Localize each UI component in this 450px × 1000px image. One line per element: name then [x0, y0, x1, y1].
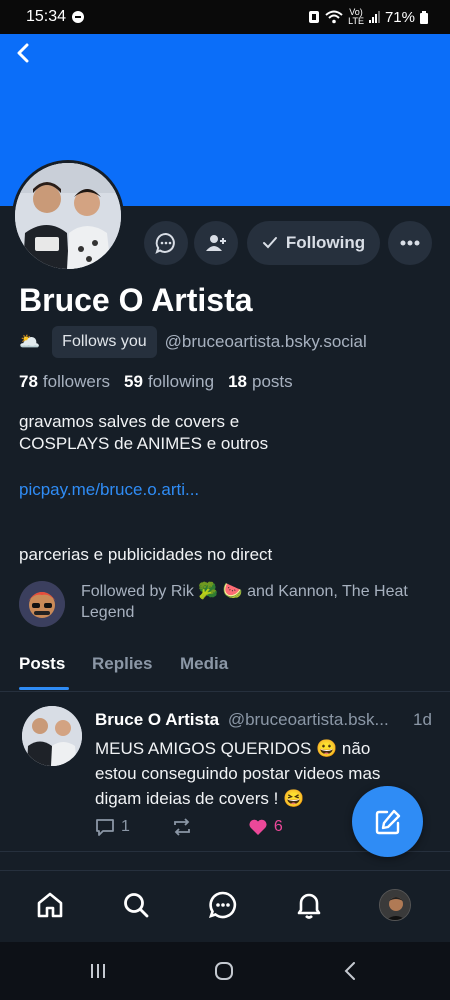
following-stat[interactable]: 59 following — [124, 372, 214, 392]
more-options-button[interactable] — [388, 221, 432, 265]
active-tab-indicator — [19, 687, 69, 690]
heart-icon — [249, 819, 267, 835]
back-icon — [17, 43, 29, 63]
following-label: Following — [285, 233, 366, 252]
reply-count: 1 — [121, 818, 130, 835]
followers-stat[interactable]: 78 followers — [19, 372, 110, 392]
profile-avatar[interactable] — [12, 160, 124, 272]
bell-icon — [297, 893, 321, 919]
posts-stat: 18 posts — [228, 372, 293, 391]
status-time: 15:34 — [26, 8, 67, 25]
followed-by-row[interactable]: Followed by Rik 🥦 🍉 and Kannon, The Heat… — [19, 581, 431, 627]
post-handle: @bruceoartista.bsk... — [227, 710, 389, 729]
message-button[interactable] — [144, 221, 188, 265]
nfc-icon — [309, 11, 320, 23]
check-icon — [262, 237, 277, 249]
compose-icon — [375, 809, 400, 834]
back-button[interactable] — [8, 38, 38, 68]
volte-indicator: Vo) LTE — [348, 7, 364, 26]
tab-media[interactable]: Media — [180, 654, 228, 674]
post-author[interactable]: Bruce O Artista — [95, 710, 219, 729]
profile-meta-row: 🌥️ Follows you @bruceoartista.bsky.socia… — [19, 326, 367, 358]
repost-button[interactable] — [172, 818, 192, 836]
post-time: 1d — [413, 710, 432, 729]
recents-button[interactable] — [83, 959, 113, 983]
like-count: 6 — [273, 818, 283, 835]
nav-profile[interactable] — [377, 887, 413, 923]
suggested-follows-button[interactable] — [194, 221, 238, 265]
home-system-button[interactable] — [209, 959, 239, 983]
more-icon — [400, 240, 420, 246]
reply-icon — [96, 819, 114, 836]
nav-notifications[interactable] — [291, 887, 327, 923]
chat-icon — [155, 232, 175, 254]
tab-replies[interactable]: Replies — [92, 654, 152, 674]
home-circle-icon — [215, 962, 233, 980]
follows-you-badge: Follows you — [52, 326, 157, 358]
signal-icon — [368, 11, 380, 23]
nav-search[interactable] — [118, 887, 154, 923]
repost-icon — [174, 818, 190, 836]
bio-line: parcerias e publicidades no direct — [19, 545, 273, 564]
recents-icon — [91, 964, 105, 978]
post-actions: 1 6 — [95, 818, 283, 836]
nav-home[interactable] — [32, 887, 68, 923]
home-icon — [37, 892, 63, 918]
system-navigation-bar — [0, 942, 450, 1000]
profile-stats: 78 followers 59 following 18 posts — [19, 372, 293, 392]
add-user-icon — [206, 235, 226, 251]
bio-line: COSPLAYS de ANIMES e outros — [19, 434, 269, 453]
followed-by-text: Followed by Rik 🥦 🍉 and Kannon, The Heat… — [81, 583, 408, 621]
wifi-icon — [325, 10, 343, 24]
nav-messages[interactable] — [205, 887, 241, 923]
follower-avatar — [19, 581, 65, 627]
like-button[interactable]: 6 — [248, 818, 283, 836]
compose-button[interactable] — [352, 786, 423, 857]
status-bar: 15:34 Vo) LTE 71% — [0, 0, 450, 34]
tab-posts[interactable]: Posts — [19, 654, 65, 674]
post-avatar[interactable] — [22, 706, 82, 766]
reply-button[interactable]: 1 — [95, 818, 130, 836]
post-header: Bruce O Artista @bruceoartista.bsk... — [95, 710, 435, 730]
do-not-disturb-icon — [72, 11, 85, 23]
messages-icon — [209, 891, 237, 919]
battery-icon — [420, 10, 428, 24]
back-system-button[interactable] — [335, 959, 365, 983]
weather-emoji: 🌥️ — [19, 332, 41, 351]
bottom-navigation — [0, 870, 450, 942]
bio-line: gravamos salves de covers e — [19, 412, 240, 431]
search-icon — [124, 893, 149, 918]
nav-avatar — [379, 889, 411, 921]
profile-tabs: Posts Replies Media — [0, 652, 450, 692]
bio-link[interactable]: picpay.me/bruce.o.arti... — [19, 480, 199, 500]
display-name: Bruce O Artista — [19, 282, 253, 318]
back-arrow-icon — [344, 962, 355, 980]
profile-handle: @bruceoartista.bsky.social — [164, 332, 367, 351]
following-button[interactable]: Following — [247, 221, 380, 265]
battery-percent: 71% — [384, 8, 415, 26]
